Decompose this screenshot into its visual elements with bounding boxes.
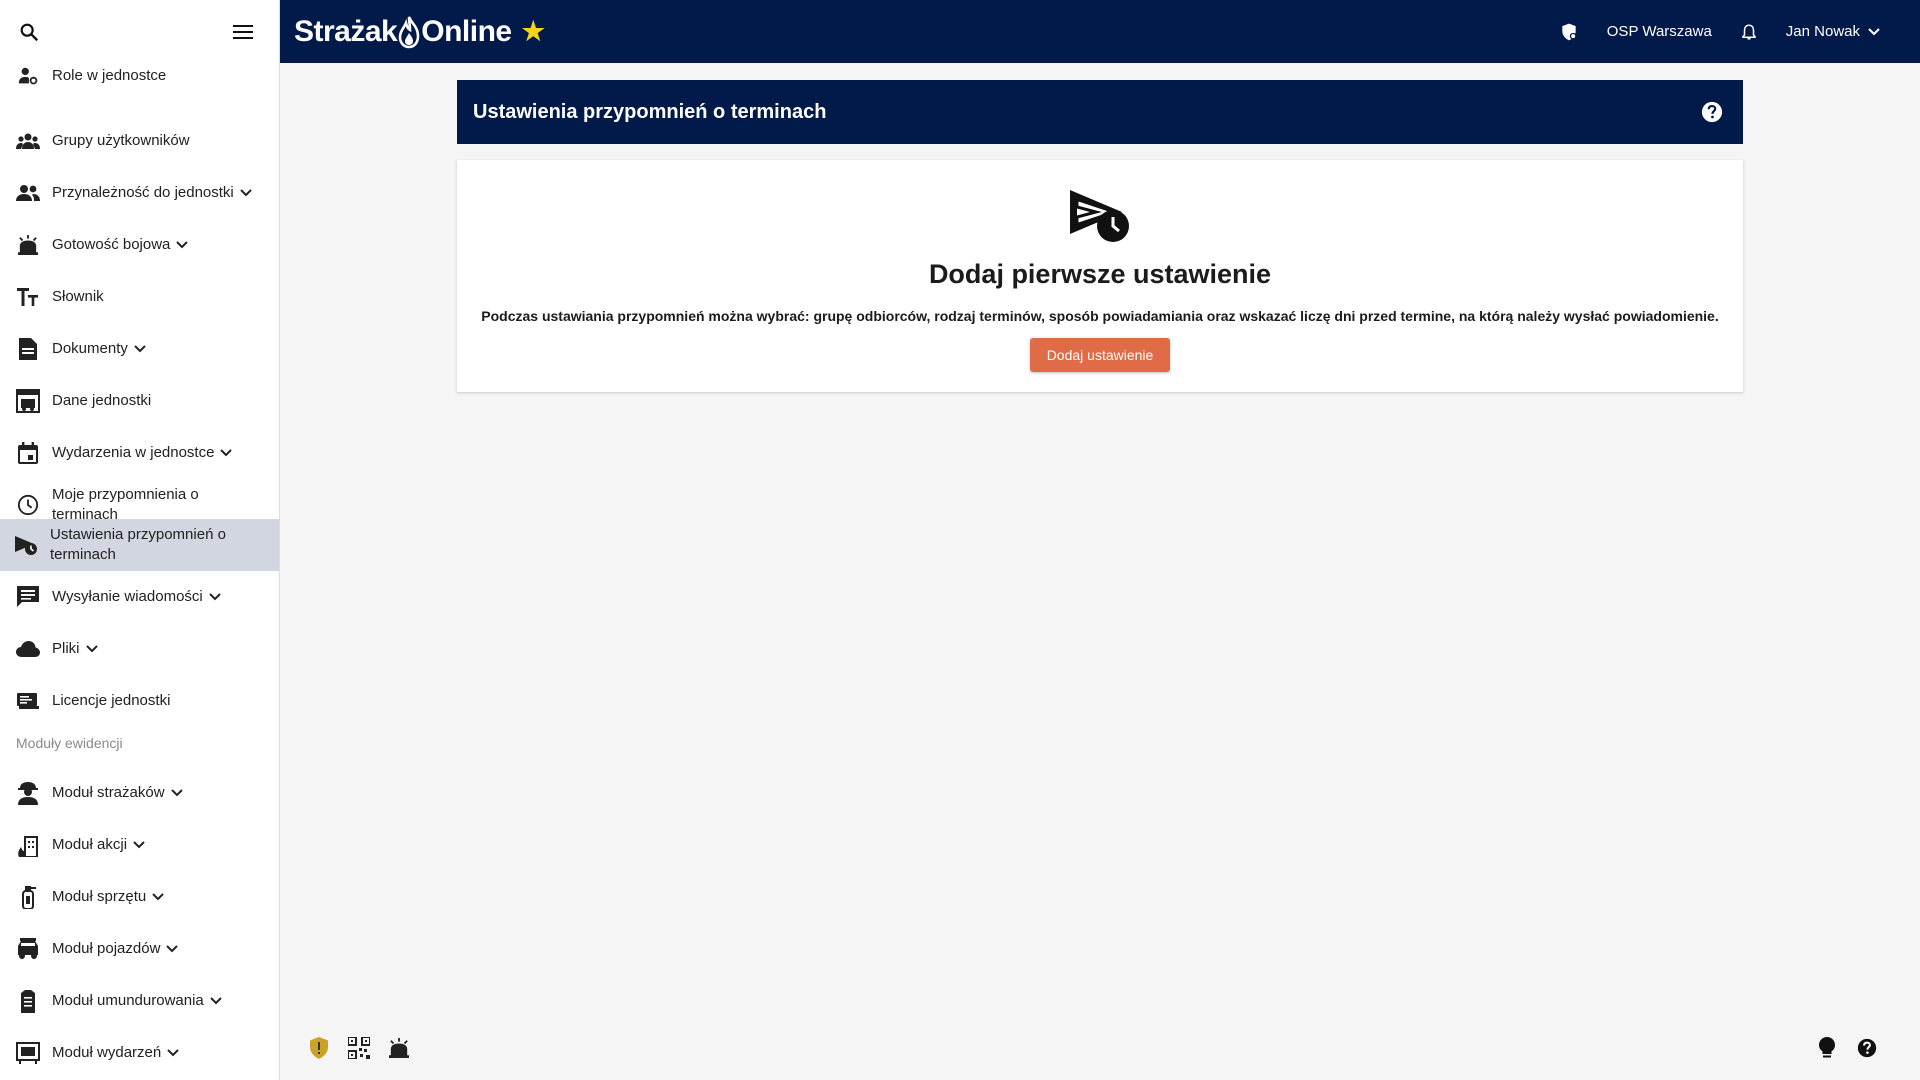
- chevron-down-icon: [210, 997, 222, 1005]
- sidebar-item-label: Moduł akcji: [52, 836, 128, 853]
- chevron-down-icon: [240, 189, 252, 197]
- vehicle-icon: [16, 937, 40, 961]
- send-clock-icon: [1068, 186, 1132, 249]
- sidebar-item-membership[interactable]: Przynależność do jednostki: [0, 167, 279, 219]
- footer-toolbar: [280, 1016, 1920, 1080]
- sidebar-item-label: Słownik: [52, 288, 104, 305]
- sidebar-item-label: Dane jednostki: [52, 392, 152, 409]
- shield-alert-icon[interactable]: [306, 1035, 332, 1061]
- sidebar-item-events[interactable]: Wydarzenia w jednostce: [0, 427, 279, 479]
- lightbulb-icon[interactable]: [1814, 1035, 1840, 1061]
- help-icon[interactable]: [1701, 101, 1723, 123]
- sidebar-item-roles[interactable]: Role w jednostce: [0, 63, 279, 89]
- brand-right: Online: [421, 14, 512, 48]
- firefighter-icon: [16, 781, 40, 805]
- readiness-siren-icon[interactable]: [386, 1035, 412, 1061]
- top-bar: Strażak Online ★ OSP Warszawa Jan Nowak: [0, 0, 1920, 63]
- chevron-down-icon: [209, 593, 221, 601]
- user-menu[interactable]: Jan Nowak: [1786, 23, 1880, 40]
- sidebar-item-label: Pliki: [52, 640, 80, 657]
- sidebar-item-unit-data[interactable]: Dane jednostki: [0, 375, 279, 427]
- document-icon: [16, 337, 40, 361]
- star-icon: ★: [521, 16, 545, 46]
- brand-left: Strażak: [294, 14, 398, 48]
- sidebar-item-label: Licencje jednostki: [52, 692, 171, 709]
- sidebar-item-files[interactable]: Pliki: [0, 623, 279, 675]
- chevron-down-icon: [166, 945, 179, 953]
- chevron-down-icon: [176, 241, 189, 249]
- chevron-down-icon: [85, 645, 98, 653]
- empty-state-description: Podczas ustawiania przypomnień można wyb…: [481, 308, 1719, 324]
- sidebar-item-module-uniforms[interactable]: Moduł umundurowania: [0, 975, 279, 1027]
- add-setting-button[interactable]: Dodaj ustawienie: [1029, 338, 1171, 372]
- help-icon[interactable]: [1854, 1035, 1880, 1061]
- search-icon[interactable]: [18, 21, 40, 43]
- sidebar-item-label: Moduł pojazdów: [52, 940, 161, 957]
- security-shield-icon[interactable]: [1559, 22, 1579, 42]
- chevron-down-icon: [152, 893, 164, 901]
- sidebar-item-module-vehicles[interactable]: Moduł pojazdów: [0, 923, 279, 975]
- calendar-icon: [16, 441, 40, 465]
- sidebar-item-readiness[interactable]: Gotowość bojowa: [0, 219, 279, 271]
- sidebar-item-label: Wysyłanie wiadomości: [52, 588, 203, 605]
- sidebar-item-label: Przynależność do jednostki: [52, 184, 234, 201]
- flame-icon: [398, 15, 420, 49]
- extinguisher-icon: [16, 885, 40, 909]
- sidebar-item-module-equipment[interactable]: Moduł sprzętu: [0, 871, 279, 923]
- sidebar-item-licenses[interactable]: Licencje jednostki: [0, 675, 279, 727]
- sidebar-item-reminder-settings[interactable]: Ustawienia przypomnień o terminach: [0, 519, 279, 571]
- empty-state-card: Dodaj pierwsze ustawienie Podczas ustawi…: [457, 160, 1743, 392]
- page-header: Ustawienia przypomnień o terminach: [457, 80, 1743, 144]
- qr-code-icon[interactable]: [346, 1035, 372, 1061]
- chevron-down-icon: [1868, 27, 1880, 36]
- user-name: Jan Nowak: [1785, 23, 1860, 40]
- groups-icon: [16, 129, 40, 153]
- sidebar-item-label: Grupy użytkowników: [52, 132, 190, 149]
- people-icon: [16, 181, 40, 205]
- sidebar-item-label: Dokumenty: [52, 340, 128, 357]
- sidebar-item-label: Moduł sprzętu: [52, 888, 147, 905]
- unit-selector[interactable]: OSP Warszawa: [1607, 23, 1712, 40]
- clock-icon: [16, 493, 40, 517]
- sidebar-item-module-events[interactable]: Moduł wydarzeń: [0, 1027, 279, 1079]
- sidebar-item-messages[interactable]: Wysyłanie wiadomości: [0, 571, 279, 623]
- sidebar-item-label: Gotowość bojowa: [52, 236, 171, 253]
- message-icon: [16, 585, 40, 609]
- section-label-modules: Moduły ewidencji: [16, 735, 123, 751]
- license-icon: [16, 689, 40, 713]
- text-fields-icon: [16, 285, 40, 309]
- chevron-down-icon: [167, 1049, 179, 1057]
- sidebar-item-dictionary[interactable]: Słownik: [0, 271, 279, 323]
- sidebar-item-groups[interactable]: Grupy użytkowników: [0, 115, 279, 167]
- sidebar-header: [0, 0, 280, 63]
- role-user-gear-icon: [16, 64, 40, 88]
- event-board-icon: [16, 1041, 40, 1065]
- sidebar-item-label: Ustawienia przypomnień o terminach: [50, 526, 226, 563]
- sidebar-item-module-firefighters[interactable]: Moduł strażaków: [0, 767, 279, 819]
- sidebar-item-module-actions[interactable]: Moduł akcji: [0, 819, 279, 871]
- sidebar-item-label: Moduł wydarzeń: [52, 1044, 162, 1061]
- chevron-down-icon: [170, 789, 183, 797]
- menu-icon[interactable]: [233, 24, 253, 40]
- uniform-icon: [16, 989, 40, 1013]
- sidebar-item-label: Moduł strażaków: [52, 784, 165, 801]
- chevron-down-icon: [220, 449, 233, 457]
- empty-state-title: Dodaj pierwsze ustawienie: [928, 259, 1272, 289]
- fire-station-icon: [16, 389, 40, 413]
- readiness-siren-icon: [16, 233, 40, 257]
- chevron-down-icon: [133, 841, 145, 849]
- sidebar-item-label: Wydarzenia w jednostce: [52, 444, 215, 461]
- sidebar-item-label: Role w jednostce: [52, 67, 167, 84]
- chevron-down-icon: [134, 345, 146, 353]
- app-logo[interactable]: Strażak Online ★: [294, 14, 545, 49]
- sidebar-item-documents[interactable]: Dokumenty: [0, 323, 279, 375]
- sidebar-item-label: Moduł umundurowania: [52, 992, 204, 1009]
- top-right-actions: OSP Warszawa Jan Nowak: [1531, 22, 1920, 42]
- fire-building-icon: [16, 833, 40, 857]
- cloud-icon: [16, 637, 40, 661]
- page-title: Ustawienia przypomnień o terminach: [473, 100, 827, 123]
- notifications-bell-icon[interactable]: [1740, 22, 1758, 42]
- send-clock-icon: [14, 533, 38, 557]
- sidebar: Role w jednostce Grupy użytkowników Przy…: [0, 63, 280, 1080]
